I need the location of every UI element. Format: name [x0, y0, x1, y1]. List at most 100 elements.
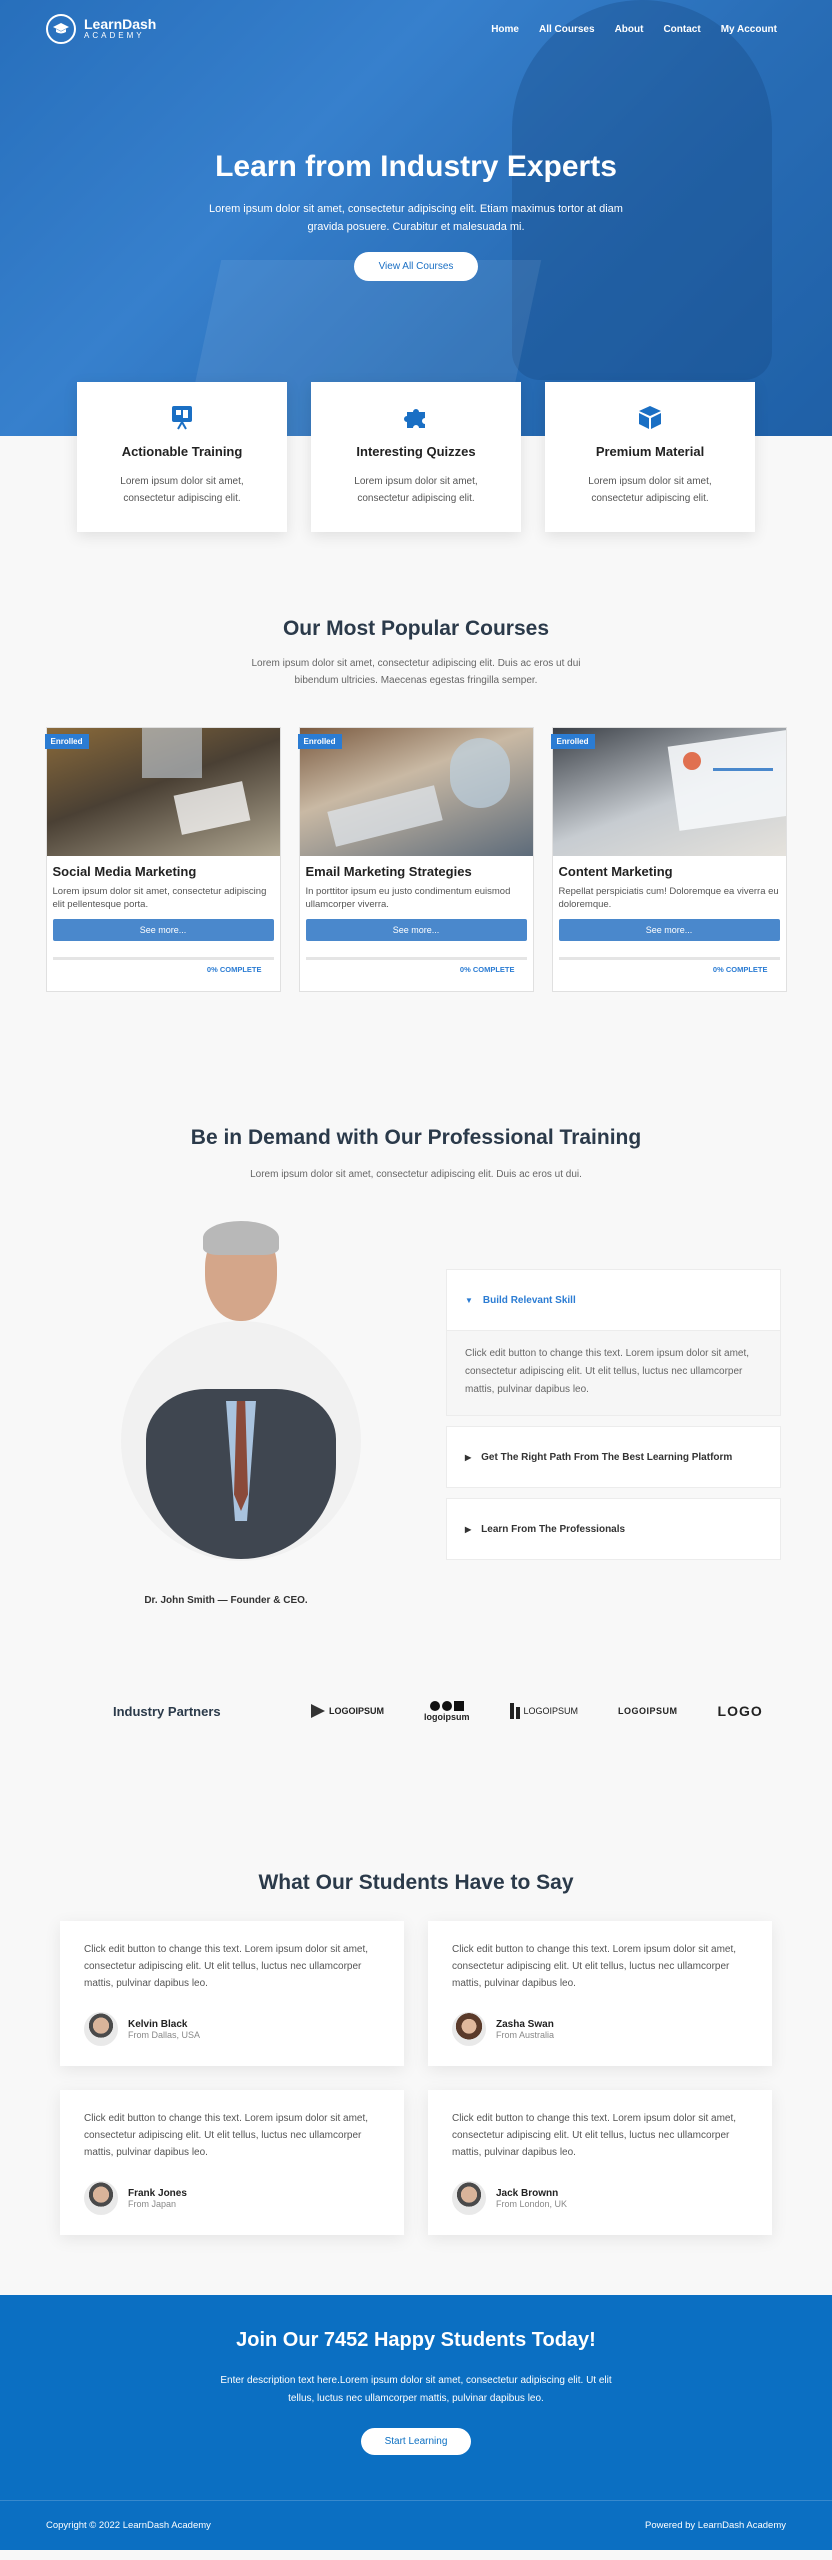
accordion-header[interactable]: ▶ Learn From The Professionals: [447, 1499, 780, 1559]
see-more-button[interactable]: See more...: [52, 919, 274, 941]
hero-content: Learn from Industry Experts Lorem ipsum …: [0, 150, 832, 281]
caret-right-icon: ▶: [465, 1452, 472, 1462]
course-description: In porttitor ipsum eu justo condimentum …: [305, 886, 511, 910]
powered-by-text: Powered by LearnDash Academy: [645, 2520, 786, 2531]
course-grid: Enrolled Social Media Marketing Lorem ip…: [0, 727, 832, 992]
partner-logo: LOGOIPSUM: [311, 1704, 384, 1718]
course-card[interactable]: Enrolled Content Marketing Repellat pers…: [550, 727, 787, 992]
enrolled-badge: Enrolled: [44, 734, 89, 749]
puzzle-icon: [403, 404, 429, 430]
nav-contact[interactable]: Contact: [663, 24, 700, 35]
author-name: Frank Jones: [128, 2187, 187, 2199]
avatar: [84, 2181, 118, 2215]
testimonial-author: Kelvin Black From Dallas, USA: [84, 2012, 380, 2046]
accordion: ▼ Build Relevant Skill Click edit button…: [446, 1269, 781, 1606]
section-title: What Our Students Have to Say: [258, 1871, 574, 1894]
enrolled-badge: Enrolled: [550, 734, 595, 749]
progress-label: 0% COMPLETE: [712, 965, 768, 974]
avatar: [452, 2181, 486, 2215]
course-description: Repellat perspiciatis cum! Doloremque ea…: [558, 886, 779, 910]
popular-courses-section: Our Most Popular Courses Lorem ipsum dol…: [0, 617, 832, 992]
course-progress-bar: [305, 957, 527, 960]
industry-partners-row: Industry Partners LOGOIPSUM logoipsum LO…: [0, 1686, 832, 1736]
feature-title: Interesting Quizzes: [356, 444, 476, 459]
testimonial-card: Click edit button to change this text. L…: [428, 2090, 772, 2235]
author-location: From Japan: [128, 2198, 177, 2209]
avatar: [84, 2012, 118, 2046]
feature-card: Actionable Training Lorem ipsum dolor si…: [77, 382, 287, 532]
features-row: Actionable Training Lorem ipsum dolor si…: [0, 382, 832, 532]
testimonials-section: What Our Students Have to Say Click edit…: [0, 1871, 832, 2235]
see-more-button[interactable]: See more...: [558, 919, 780, 941]
accordion-title: Get The Right Path From The Best Learnin…: [481, 1451, 733, 1463]
accordion-body: Click edit button to change this text. L…: [447, 1330, 780, 1415]
section-title: Be in Demand with Our Professional Train…: [190, 1126, 642, 1149]
hero-title: Learn from Industry Experts: [215, 150, 617, 183]
professional-training-section: Be in Demand with Our Professional Train…: [0, 1126, 832, 1606]
testimonial-text: Click edit button to change this text. L…: [452, 1944, 737, 1989]
feature-text: Lorem ipsum dolor sit amet, consectetur …: [354, 476, 478, 504]
graduation-cap-icon: [46, 14, 76, 44]
founder-photo: [91, 1221, 361, 1561]
section-subtitle: Lorem ipsum dolor sit amet, consectetur …: [250, 1169, 582, 1180]
footer: Copyright © 2022 LearnDash Academy Power…: [0, 2500, 832, 2550]
partner-logo-mark-icon: [429, 1700, 464, 1711]
nav-my-account[interactable]: My Account: [721, 24, 777, 35]
accordion-header[interactable]: ▼ Build Relevant Skill: [447, 1270, 780, 1330]
course-card[interactable]: Enrolled Social Media Marketing Lorem ip…: [44, 727, 281, 992]
partners-label: Industry Partners: [113, 1703, 221, 1719]
testimonial-card: Click edit button to change this text. L…: [60, 2090, 404, 2235]
cube-icon: [637, 404, 663, 430]
feature-card: Interesting Quizzes Lorem ipsum dolor si…: [311, 382, 521, 532]
view-all-courses-button[interactable]: View All Courses: [353, 252, 479, 281]
course-title[interactable]: Email Marketing Strategies: [306, 864, 527, 879]
partner-logo: LOGO: [717, 1703, 763, 1719]
course-progress-bar: [558, 957, 780, 960]
founder-caption: Dr. John Smith — Founder & CEO.: [144, 1595, 308, 1606]
accordion-header[interactable]: ▶ Get The Right Path From The Best Learn…: [447, 1427, 780, 1487]
course-card[interactable]: Enrolled Email Marketing Strategies In p…: [297, 727, 534, 992]
course-description: Lorem ipsum dolor sit amet, consectetur …: [52, 886, 267, 910]
enrolled-badge: Enrolled: [297, 734, 342, 749]
brand-name: LearnDash: [84, 16, 157, 32]
author-name: Zasha Swan: [496, 2018, 554, 2030]
slideshow-icon: [169, 404, 195, 430]
partner-logo-mark-icon: [509, 1703, 520, 1719]
course-title[interactable]: Social Media Marketing: [53, 864, 274, 879]
copyright-text: Copyright © 2022 LearnDash Academy: [46, 2520, 211, 2531]
accordion-title: Build Relevant Skill: [482, 1294, 576, 1306]
start-learning-button[interactable]: Start Learning: [360, 2428, 472, 2455]
nav-about[interactable]: About: [615, 24, 644, 35]
accordion-item: ▶ Learn From The Professionals: [446, 1498, 781, 1560]
author-name: Kelvin Black: [128, 2018, 188, 2030]
brand-logo[interactable]: LearnDash ACADEMY: [46, 14, 156, 44]
testimonial-author: Frank Jones From Japan: [84, 2181, 380, 2215]
hero-section: LearnDash ACADEMY Home All Courses About…: [0, 0, 832, 436]
top-navigation-bar: LearnDash ACADEMY Home All Courses About…: [46, 14, 777, 44]
accordion-item: ▶ Get The Right Path From The Best Learn…: [446, 1426, 781, 1488]
section-subtitle: Lorem ipsum dolor sit amet, consectetur …: [251, 658, 581, 686]
author-location: From Dallas, USA: [128, 2029, 201, 2040]
course-title[interactable]: Content Marketing: [559, 864, 780, 879]
testimonial-card: Click edit button to change this text. L…: [60, 1921, 404, 2066]
testimonial-text: Click edit button to change this text. L…: [84, 2113, 369, 2158]
nav-home[interactable]: Home: [491, 24, 519, 35]
progress-label: 0% COMPLETE: [459, 965, 515, 974]
hero-subtitle: Lorem ipsum dolor sit amet, consectetur …: [209, 203, 623, 233]
testimonial-author: Jack Brownn From London, UK: [452, 2181, 748, 2215]
course-progress-bar: [52, 957, 274, 960]
feature-card: Premium Material Lorem ipsum dolor sit a…: [545, 382, 755, 532]
see-more-button[interactable]: See more...: [305, 919, 527, 941]
nav-all-courses[interactable]: All Courses: [539, 24, 595, 35]
brand-tagline: ACADEMY: [84, 31, 145, 40]
partner-logo: logoipsum: [424, 1700, 470, 1722]
join-cta-section: Join Our 7452 Happy Students Today! Ente…: [0, 2295, 832, 2500]
testimonial-author: Zasha Swan From Australia: [452, 2012, 748, 2046]
caret-down-icon: ▼: [465, 1295, 473, 1305]
accordion-title: Learn From The Professionals: [481, 1523, 626, 1535]
main-nav: Home All Courses About Contact My Accoun…: [491, 24, 777, 35]
feature-text: Lorem ipsum dolor sit amet, consectetur …: [120, 476, 244, 504]
feature-title: Actionable Training: [121, 444, 243, 459]
feature-text: Lorem ipsum dolor sit amet, consectetur …: [588, 476, 712, 504]
progress-label: 0% COMPLETE: [206, 965, 262, 974]
